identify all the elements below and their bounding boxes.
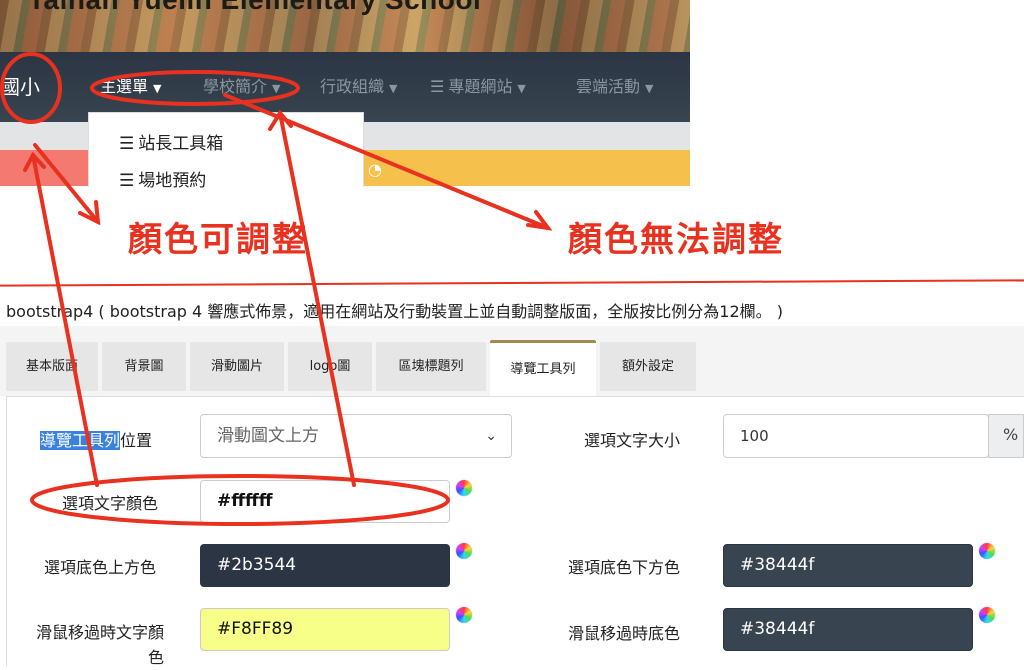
hover-text-label: 滑鼠移過時文字顏色 bbox=[24, 620, 164, 670]
color-picker-icon[interactable] bbox=[456, 543, 472, 559]
color-picker-icon[interactable] bbox=[456, 480, 472, 496]
font-color-label: 選項文字顏色 bbox=[62, 494, 159, 513]
hover-text-label-line1: 滑鼠移過時文字顏 bbox=[35, 623, 164, 642]
caret-down-icon: ▼ bbox=[389, 82, 398, 95]
tab-logo[interactable]: logo圖 bbox=[288, 342, 372, 391]
bg-top-label: 選項底色上方色 bbox=[44, 558, 157, 577]
note-adjustable: 顏色可調整 bbox=[128, 220, 308, 260]
caret-down-icon: ▼ bbox=[517, 82, 526, 95]
hover-text-input[interactable]: #F8FF89 bbox=[200, 608, 450, 651]
caret-down-icon: ▼ bbox=[645, 82, 654, 95]
banner-title: Tainan Yuelin Elementary School bbox=[28, 0, 481, 16]
font-color-input[interactable]: #ffffff bbox=[200, 480, 450, 523]
bg-bottom-label: 選項底色下方色 bbox=[568, 558, 681, 577]
dropdown-item-label: 站長工具箱 bbox=[138, 134, 224, 154]
nav-item-label: 學校簡介 bbox=[203, 77, 268, 96]
color-picker-icon[interactable] bbox=[456, 607, 472, 623]
nav-item-label: 專題網站 bbox=[448, 77, 513, 96]
nav-item-topic-sites[interactable]: ☰ 專題網站 ▼ bbox=[430, 52, 526, 122]
yellow-block: ◔ bbox=[362, 150, 690, 186]
caret-down-icon: ▼ bbox=[153, 82, 162, 95]
dropdown-item-label: 場地預約 bbox=[138, 171, 207, 191]
hover-bg-label: 滑鼠移過時底色 bbox=[568, 624, 681, 643]
nav-item-label: 行政組織 bbox=[320, 77, 385, 96]
yellow-block-fragment: ◔ bbox=[368, 160, 382, 179]
theme-description: bootstrap4 ( bootstrap 4 響應式佈景，適用在網站及行動裝… bbox=[6, 302, 783, 321]
arrow-head bbox=[526, 210, 553, 231]
position-label-rest: 位置 bbox=[120, 431, 153, 450]
nav-item-cloud-events[interactable]: 雲端活動 ▼ bbox=[576, 52, 653, 122]
hover-text-label-line2: 色 bbox=[147, 648, 164, 667]
color-picker-icon[interactable] bbox=[979, 543, 995, 559]
annotation-divider bbox=[0, 279, 1024, 287]
bg-top-input[interactable]: #2b3544 bbox=[200, 544, 450, 587]
bg-bottom-input[interactable]: #38444f bbox=[723, 544, 973, 587]
color-picker-icon[interactable] bbox=[979, 607, 995, 623]
position-label: 導覽工具列位置 bbox=[40, 427, 152, 451]
list-icon: ☰ bbox=[430, 77, 445, 96]
tab-slider[interactable]: 滑動圖片 bbox=[190, 342, 284, 391]
dropdown-item-admin-tools[interactable]: ☰ 站長工具箱 bbox=[119, 129, 223, 154]
navbar-brand[interactable]: 國小 bbox=[0, 52, 40, 122]
dropdown-menu: ☰ 站長工具箱 ☰ 場地預約 bbox=[88, 112, 364, 191]
tab-extra[interactable]: 額外設定 bbox=[600, 342, 696, 391]
tab-basic-layout[interactable]: 基本版面 bbox=[6, 342, 98, 391]
font-size-input[interactable]: 100 bbox=[723, 414, 989, 458]
list-icon: ☰ bbox=[119, 134, 135, 154]
font-size-label: 選項文字大小 bbox=[584, 431, 681, 450]
list-icon: ☰ bbox=[119, 171, 135, 191]
tab-navbar[interactable]: 導覽工具列 bbox=[490, 340, 596, 397]
dropdown-item-venue-booking[interactable]: ☰ 場地預約 bbox=[119, 166, 206, 191]
note-not-adjustable: 顏色無法調整 bbox=[568, 220, 784, 260]
position-select-value: 滑動圖文上方 bbox=[217, 426, 319, 446]
position-select[interactable]: 滑動圖文上方 ⌄ bbox=[200, 414, 512, 458]
nav-item-label: 雲端活動 bbox=[576, 77, 641, 96]
font-size-unit: % bbox=[988, 414, 1024, 458]
red-block bbox=[0, 150, 95, 186]
hover-bg-input[interactable]: #38444f bbox=[723, 608, 973, 651]
chevron-down-icon: ⌄ bbox=[485, 428, 497, 444]
caret-down-icon: ▼ bbox=[272, 82, 281, 95]
tab-block-title[interactable]: 區塊標題列 bbox=[376, 342, 486, 391]
tab-background[interactable]: 背景圖 bbox=[102, 342, 186, 391]
school-banner: Tainan Yuelin Elementary School bbox=[0, 0, 690, 52]
arrow-head bbox=[78, 200, 101, 226]
nav-item-label: 主選單 bbox=[100, 77, 149, 96]
position-label-highlight: 導覽工具列 bbox=[40, 431, 121, 450]
